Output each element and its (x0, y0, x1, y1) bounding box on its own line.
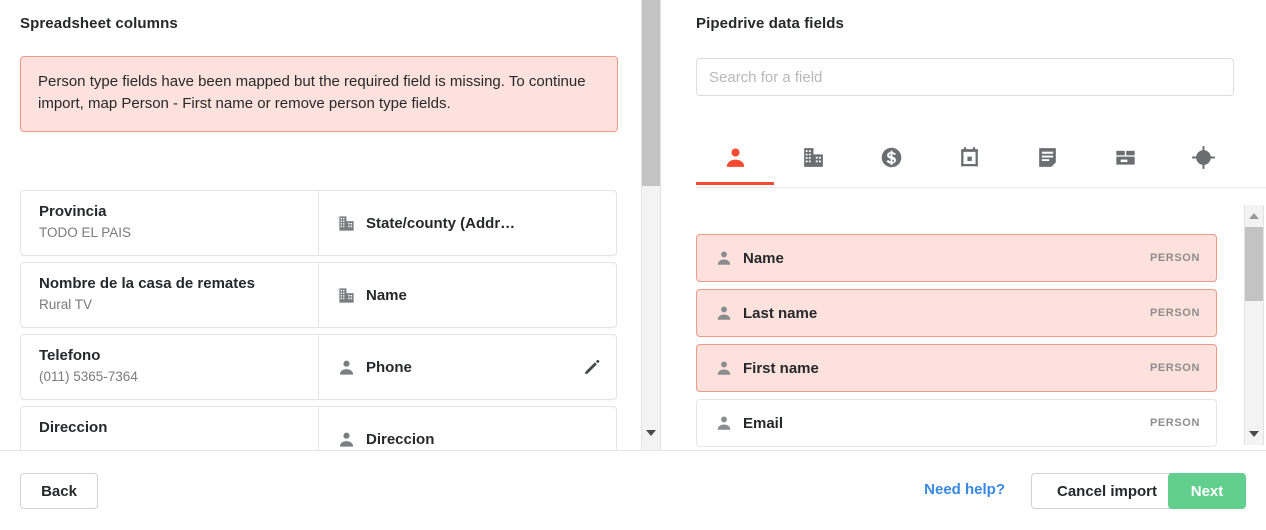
note-icon (1035, 145, 1060, 170)
mapping-target-label: Direccion (366, 430, 435, 448)
mapping-target-selector[interactable]: Direccion (319, 407, 616, 450)
mapping-target-selector[interactable]: Name (319, 263, 616, 327)
mapping-source-column: Nombre de la casa de remates Rural TV (21, 263, 319, 327)
field-scrollbar-down-arrow[interactable] (1245, 425, 1263, 443)
source-column-name: Provincia (39, 203, 107, 220)
dollar-coin-icon (879, 145, 904, 170)
field-type-badge: PERSON (1149, 252, 1200, 264)
need-help-link[interactable]: Need help? (924, 481, 1005, 498)
active-tab-underline (696, 182, 774, 185)
mapping-row[interactable]: Telefono (011) 5365-7364 Phone (20, 334, 617, 400)
field-scrollbar-up-arrow[interactable] (1245, 207, 1263, 225)
field-type-badge: PERSON (1149, 362, 1200, 374)
field-list-scrollbar[interactable] (1244, 205, 1264, 445)
source-column-name: Direccion (39, 419, 108, 436)
warning-banner: Person type fields have been mapped but … (20, 56, 618, 133)
mapping-source-column: Direccion (21, 407, 319, 450)
pipedrive-field-list: Name PERSON Last name PERSON First name PERSO… (696, 234, 1236, 450)
person-icon (723, 145, 748, 170)
mapping-row[interactable]: Direccion Direccion (20, 406, 617, 450)
mapping-target-label: Name (366, 286, 407, 304)
mapping-row[interactable]: Provincia TODO EL PAIS State/county (Addr… (20, 190, 617, 256)
column-mapping-list: Provincia TODO EL PAIS State/county (Addr…… (20, 190, 617, 450)
pipedrive-field-item[interactable]: Email PERSON (696, 399, 1217, 447)
organization-icon (337, 214, 356, 233)
mapping-target-label: State/county (Addr… (366, 214, 516, 232)
chevron-down-icon (1249, 431, 1259, 437)
product-tab[interactable] (1086, 132, 1164, 182)
footer-bar: Back Need help? Cancel import Next (0, 451, 1266, 530)
field-label: First name (743, 359, 819, 377)
organization-icon (801, 145, 826, 170)
field-label: Email (743, 414, 784, 432)
chevron-up-icon (1249, 213, 1259, 219)
pipedrive-field-item[interactable]: First name PERSON (696, 344, 1217, 392)
person-icon (715, 414, 733, 432)
mapping-source-column: Provincia TODO EL PAIS (21, 191, 319, 255)
search-field-input[interactable] (696, 58, 1234, 96)
source-column-name: Nombre de la casa de remates (39, 275, 255, 292)
mapping-target-label: Phone (366, 358, 412, 376)
person-icon (715, 304, 733, 322)
product-box-icon (1113, 145, 1138, 170)
note-tab[interactable] (1008, 132, 1086, 182)
pencil-icon[interactable] (583, 358, 602, 377)
mapping-target-selector[interactable]: State/county (Addr… (319, 191, 616, 255)
activity-tab[interactable] (930, 132, 1008, 182)
field-label: Name (743, 249, 784, 267)
next-button[interactable]: Next (1168, 473, 1246, 509)
mapping-source-column: Telefono (011) 5365-7364 (21, 335, 319, 399)
person-icon (715, 359, 733, 377)
lead-tab[interactable] (1164, 132, 1242, 182)
source-column-sample: (011) 5365-7364 (39, 368, 138, 384)
organization-icon (337, 286, 356, 305)
spreadsheet-columns-title: Spreadsheet columns (20, 15, 178, 32)
spreadsheet-columns-panel: Spreadsheet columns Person type fields h… (0, 0, 633, 450)
mapping-row[interactable]: Nombre de la casa de remates Rural TV Name (20, 262, 617, 328)
pipedrive-field-item[interactable]: Last name PERSON (696, 289, 1217, 337)
tabs-divider (696, 187, 1266, 188)
field-type-badge: PERSON (1149, 307, 1200, 319)
field-label: Last name (743, 304, 818, 322)
person-icon (715, 249, 733, 267)
mapping-target-selector[interactable]: Phone (319, 335, 616, 399)
source-column-sample: Rural TV (39, 296, 93, 312)
source-column-sample: TODO EL PAIS (39, 224, 132, 240)
pipedrive-field-item[interactable]: Name PERSON (696, 234, 1217, 282)
pipedrive-data-fields-title: Pipedrive data fields (696, 15, 844, 32)
field-type-badge: PERSON (1149, 417, 1200, 429)
deal-tab[interactable] (852, 132, 930, 182)
target-icon (1191, 145, 1216, 170)
person-tab[interactable] (696, 132, 774, 182)
organization-tab[interactable] (774, 132, 852, 182)
calendar-icon (957, 145, 982, 170)
person-icon (337, 358, 356, 377)
field-scrollbar-thumb[interactable] (1245, 227, 1263, 301)
source-column-name: Telefono (39, 347, 101, 364)
field-category-tabs (696, 132, 1266, 188)
cancel-import-button[interactable]: Cancel import (1031, 473, 1183, 509)
back-button[interactable]: Back (20, 473, 98, 509)
person-icon (337, 430, 356, 449)
